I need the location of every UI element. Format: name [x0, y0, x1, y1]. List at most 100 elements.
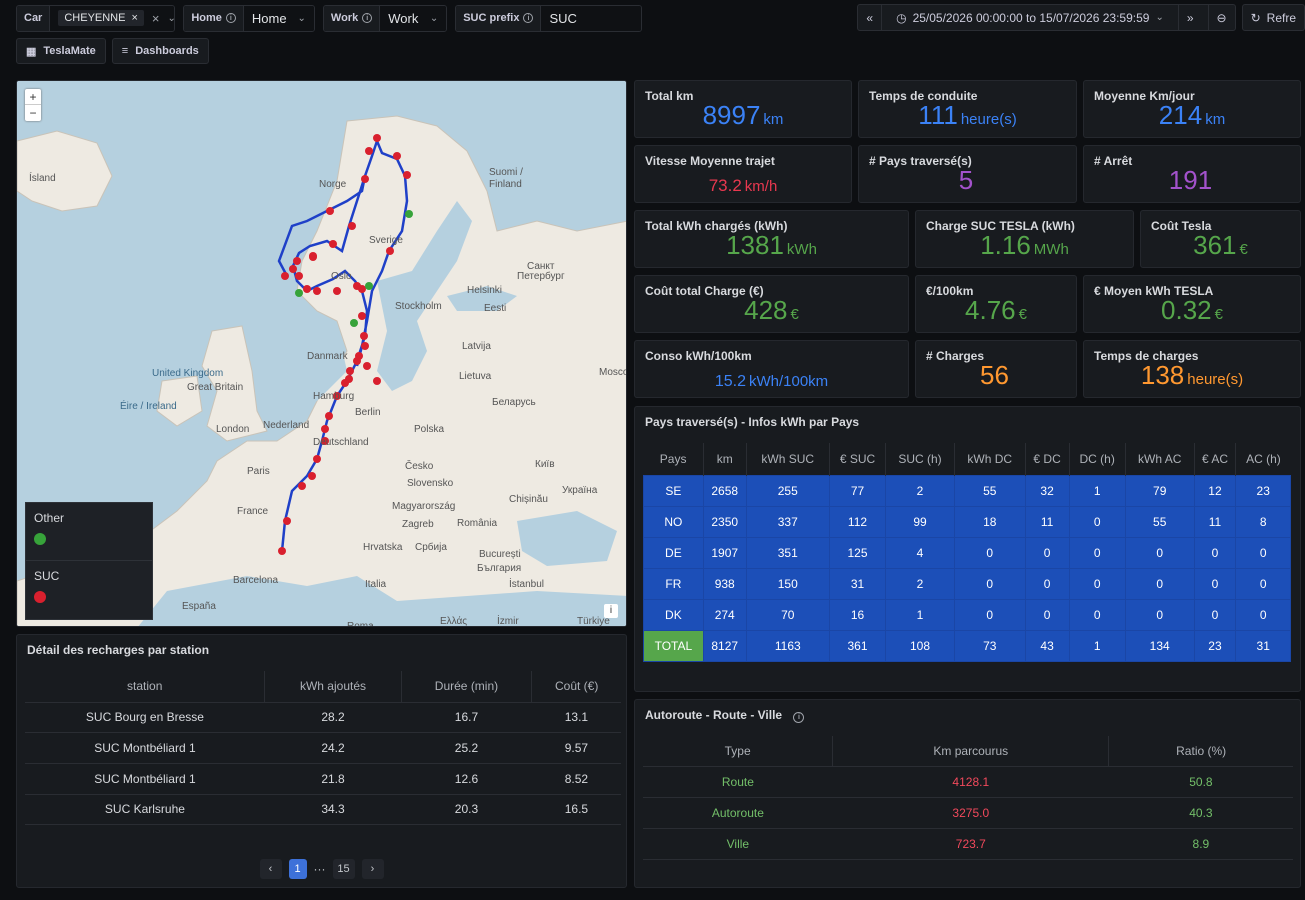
column-header[interactable]: SUC (h) — [885, 443, 955, 475]
clear-icon[interactable]: × — [152, 11, 160, 26]
column-header[interactable]: kWh AC — [1125, 443, 1195, 475]
suc-marker[interactable] — [321, 425, 329, 433]
column-header[interactable]: Type — [643, 736, 834, 767]
suc-marker[interactable] — [293, 257, 301, 265]
table-row[interactable]: SUC Bourg en Bresse 28.2 16.7 13.1 — [25, 702, 621, 734]
column-header[interactable]: kWh DC — [954, 443, 1026, 475]
home-variable[interactable]: Home i Home ⌄ — [183, 4, 315, 32]
suc-marker[interactable] — [393, 152, 401, 160]
map-place-label: Ελλάς — [440, 616, 468, 627]
column-header[interactable]: km — [703, 443, 747, 475]
zoom-out-icon[interactable]: ⊖ — [1207, 5, 1235, 30]
other-marker[interactable] — [295, 289, 303, 297]
table-row[interactable]: FR 938 150 31 2 0 0 0 0 0 0 — [643, 567, 1291, 600]
column-header[interactable]: Ratio (%) — [1108, 736, 1293, 767]
zoom-in-button[interactable]: + — [25, 89, 41, 105]
suc-marker[interactable] — [298, 482, 306, 490]
suc-marker[interactable] — [360, 332, 368, 340]
column-header[interactable]: Coût (€) — [531, 671, 621, 703]
table-row[interactable]: Route 4128.1 50.8 — [643, 766, 1293, 798]
suc-marker[interactable] — [355, 352, 363, 360]
suc-marker[interactable] — [326, 207, 334, 215]
column-header[interactable]: € DC — [1025, 443, 1070, 475]
shift-forward-icon[interactable]: » — [1177, 5, 1202, 30]
suc-marker[interactable] — [325, 412, 333, 420]
chevron-down-icon[interactable]: ⌄ — [298, 13, 306, 24]
column-header[interactable]: kWh ajoutés — [264, 671, 402, 703]
suc-marker[interactable] — [361, 342, 369, 350]
column-header[interactable]: Durée (min) — [401, 671, 533, 703]
time-range-picker[interactable]: ◷ 25/05/2026 00:00:00 to 15/07/2026 23:59… — [888, 11, 1172, 25]
suc-marker[interactable] — [373, 377, 381, 385]
teslamate-link[interactable]: ▦ TeslaMate — [16, 38, 106, 64]
column-header[interactable]: AC (h) — [1236, 443, 1291, 475]
car-chip[interactable]: CHEYENNE × — [58, 10, 144, 26]
table-row[interactable]: DK 274 70 16 1 0 0 0 0 0 0 — [643, 598, 1291, 631]
refresh-button[interactable]: ↻ Refre — [1241, 4, 1305, 31]
table-cell: 23 — [1235, 474, 1291, 507]
suc-marker[interactable] — [345, 375, 353, 383]
column-header[interactable]: € AC — [1194, 443, 1237, 475]
suc-marker[interactable] — [373, 134, 381, 142]
column-header[interactable]: € SUC — [829, 443, 887, 475]
suc-prefix-variable[interactable]: SUC prefix i SUC — [455, 4, 643, 32]
table-cell: 0 — [1068, 598, 1126, 631]
page-last-button[interactable]: 15 — [332, 859, 355, 879]
suc-marker[interactable] — [289, 265, 297, 273]
table-row[interactable]: DE 1907 351 125 4 0 0 0 0 0 0 — [643, 536, 1291, 569]
chevron-down-icon[interactable]: ⌄ — [430, 13, 438, 24]
suc-marker[interactable] — [281, 272, 289, 280]
suc-prefix-input[interactable]: SUC — [549, 11, 576, 26]
suc-marker[interactable] — [358, 312, 366, 320]
table-row[interactable]: SE 2658 255 77 2 55 32 1 79 12 23 — [643, 474, 1291, 507]
column-header[interactable]: kWh SUC — [746, 443, 830, 475]
other-marker[interactable] — [405, 210, 413, 218]
suc-marker[interactable] — [348, 222, 356, 230]
suc-marker[interactable] — [313, 287, 321, 295]
suc-marker[interactable] — [308, 472, 316, 480]
suc-marker[interactable] — [283, 517, 291, 525]
table-row[interactable]: TOTAL 8127 1163 361 108 73 43 1 134 23 31 — [643, 629, 1291, 662]
suc-marker[interactable] — [365, 147, 373, 155]
info-icon[interactable]: i — [793, 712, 805, 723]
suc-marker[interactable] — [313, 455, 321, 463]
table-row[interactable]: SUC Montbéliard 1 24.2 25.2 9.57 — [25, 732, 621, 764]
page-1-button[interactable]: 1 — [288, 859, 307, 879]
zoom-out-button[interactable]: − — [25, 105, 41, 121]
table-cell: 3275.0 — [832, 797, 1109, 829]
suc-marker[interactable] — [333, 287, 341, 295]
map-panel[interactable]: + − Ísland Norge Suomi / Finland Sverige Oslo… — [16, 80, 627, 627]
suc-marker[interactable] — [346, 367, 354, 375]
column-header[interactable]: Pays — [643, 443, 704, 475]
suc-marker[interactable] — [386, 247, 394, 255]
chip-remove-icon[interactable]: × — [131, 12, 137, 24]
suc-marker[interactable] — [278, 547, 286, 555]
map-place-label: Finland — [489, 179, 522, 190]
other-marker[interactable] — [350, 319, 358, 327]
suc-marker[interactable] — [353, 282, 361, 290]
table-row[interactable]: Autoroute 3275.0 40.3 — [643, 797, 1293, 829]
dashboards-link[interactable]: ≡ Dashboards — [111, 38, 209, 64]
shift-back-icon[interactable]: « — [858, 5, 883, 30]
column-header[interactable]: DC (h) — [1069, 443, 1126, 475]
suc-marker[interactable] — [363, 362, 371, 370]
suc-marker[interactable] — [295, 272, 303, 280]
suc-marker[interactable] — [303, 285, 311, 293]
table-row[interactable]: SUC Karlsruhe 34.3 20.3 16.5 — [25, 794, 621, 826]
table-row[interactable]: NO 2350 337 112 99 18 11 0 55 11 8 — [643, 505, 1291, 538]
car-variable[interactable]: Car CHEYENNE × × ⌄ — [16, 4, 176, 32]
suc-marker[interactable] — [309, 253, 317, 261]
column-header[interactable]: station — [25, 671, 266, 703]
suc-marker[interactable] — [403, 171, 411, 179]
table-row[interactable]: SUC Montbéliard 1 21.8 12.6 8.52 — [25, 763, 621, 795]
next-page-button[interactable]: › — [361, 859, 384, 879]
table-row[interactable]: Ville 723.7 8.9 — [643, 828, 1293, 860]
other-marker[interactable] — [365, 282, 373, 290]
prev-page-button[interactable]: ‹ — [259, 859, 282, 879]
chevron-down-icon[interactable]: ⌄ — [168, 13, 175, 24]
attribution-button[interactable]: i — [604, 604, 618, 618]
work-variable[interactable]: Work i Work ⌄ — [322, 4, 448, 32]
column-header[interactable]: Km parcourus — [832, 736, 1110, 767]
suc-marker[interactable] — [361, 175, 369, 183]
suc-marker[interactable] — [329, 240, 337, 248]
